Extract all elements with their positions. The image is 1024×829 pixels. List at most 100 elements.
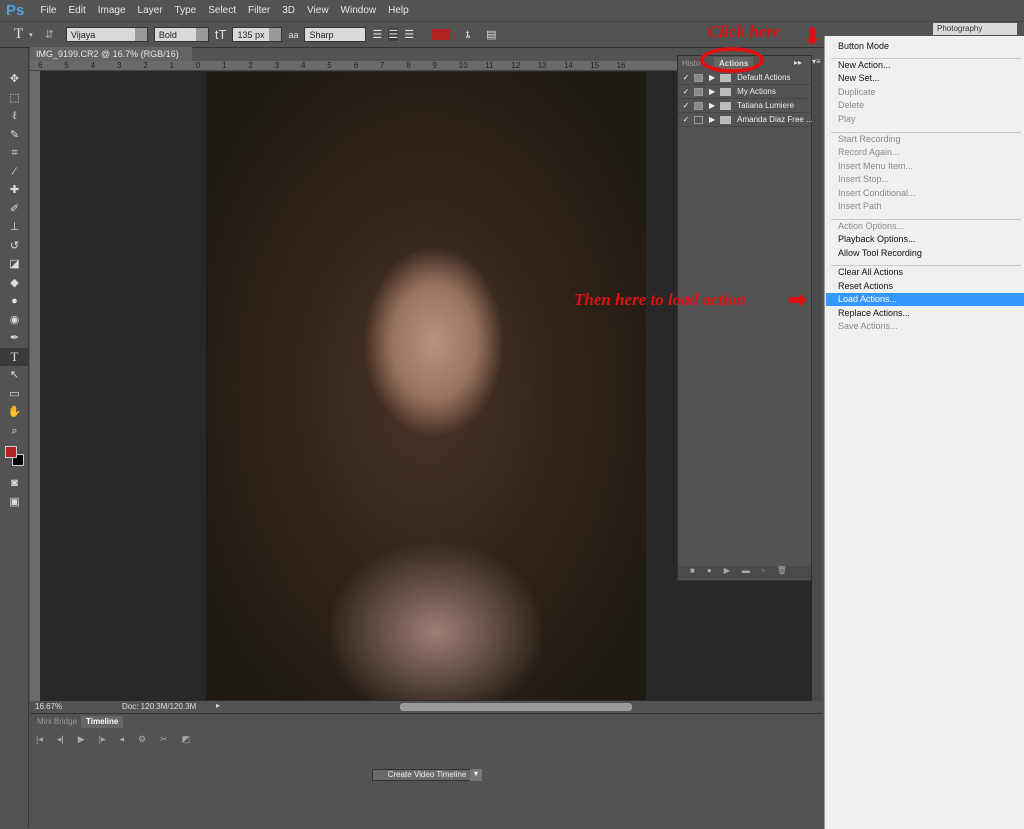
align-center-icon[interactable]: ☰ bbox=[388, 28, 399, 41]
menu-item-replace-actions[interactable]: Replace Actions... bbox=[826, 307, 1024, 320]
menu-view[interactable]: View bbox=[301, 5, 335, 16]
menu-layer[interactable]: Layer bbox=[132, 5, 169, 16]
horizontal-scrollbar[interactable] bbox=[400, 703, 632, 711]
settings-icon[interactable]: ⚙ bbox=[138, 734, 146, 745]
workspace-select[interactable]: Photography bbox=[933, 23, 1017, 35]
expand-icon[interactable]: ▶ bbox=[709, 115, 715, 124]
foreground-color[interactable] bbox=[5, 446, 17, 458]
expand-icon[interactable]: ▶ bbox=[709, 73, 715, 82]
type-tool-icon[interactable]: T bbox=[0, 347, 29, 366]
orientation-icon[interactable]: ⇵ bbox=[39, 28, 60, 41]
crop-tool-icon[interactable]: ⌗ bbox=[0, 144, 29, 163]
check-icon[interactable]: ✓ bbox=[678, 73, 694, 82]
tab-timeline[interactable]: Timeline bbox=[81, 716, 124, 728]
transition-icon[interactable]: ◩ bbox=[182, 734, 191, 745]
font-style-select[interactable]: Bold bbox=[153, 27, 209, 42]
blur-tool-icon[interactable]: ● bbox=[0, 292, 29, 311]
character-panel-icon[interactable]: ▤ bbox=[486, 28, 496, 41]
check-icon[interactable]: ✓ bbox=[678, 115, 694, 124]
tab-history[interactable]: Histo bbox=[682, 59, 700, 68]
pen-tool-icon[interactable]: ✒ bbox=[0, 329, 29, 348]
action-set-row[interactable]: ✓ ▶ Tatiana Lumiere bbox=[678, 99, 813, 113]
new-set-icon[interactable]: ▬ bbox=[742, 566, 750, 579]
stop-icon[interactable]: ■ bbox=[690, 566, 695, 579]
menu-item-action-options[interactable]: Action Options... bbox=[826, 220, 1024, 233]
eraser-tool-icon[interactable]: ◪ bbox=[0, 255, 29, 274]
menu-item-save-actions[interactable]: Save Actions... bbox=[826, 320, 1024, 333]
chevron-down-icon[interactable]: ▾ bbox=[470, 769, 482, 781]
menu-image[interactable]: Image bbox=[92, 5, 132, 16]
expand-icon[interactable]: ▶ bbox=[709, 87, 715, 96]
eyedropper-tool-icon[interactable]: ⁄ bbox=[0, 163, 29, 182]
dialog-toggle-icon[interactable] bbox=[694, 101, 703, 110]
record-icon[interactable]: ● bbox=[707, 566, 712, 579]
quick-mask-icon[interactable]: ◙ bbox=[0, 474, 29, 493]
path-select-icon[interactable]: ↖ bbox=[0, 366, 29, 385]
menu-item-button-mode[interactable]: Button Mode bbox=[826, 40, 1024, 53]
menu-item-insert-menu-item[interactable]: Insert Menu Item... bbox=[826, 160, 1024, 173]
warp-text-icon[interactable]: ȶ bbox=[466, 29, 470, 41]
menu-item-reset-actions[interactable]: Reset Actions bbox=[826, 280, 1024, 293]
shape-tool-icon[interactable]: ▭ bbox=[0, 385, 29, 404]
move-tool-icon[interactable]: ✥ bbox=[0, 70, 29, 89]
text-color-swatch[interactable] bbox=[432, 29, 451, 40]
menu-item-load-actions[interactable]: Load Actions... bbox=[826, 293, 1024, 306]
new-action-icon[interactable]: ▫ bbox=[762, 566, 765, 579]
prev-frame-icon[interactable]: ◂| bbox=[57, 734, 64, 745]
action-set-row[interactable]: ✓ ▶ My Actions bbox=[678, 85, 813, 99]
action-set-row[interactable]: ✓ ▶ Amanda Diaz Free ... bbox=[678, 113, 813, 127]
menu-item-insert-path[interactable]: Insert Path bbox=[826, 200, 1024, 213]
menu-file[interactable]: File bbox=[34, 5, 62, 16]
healing-tool-icon[interactable]: ✚ bbox=[0, 181, 29, 200]
type-tool-icon[interactable]: T bbox=[14, 26, 23, 43]
lasso-tool-icon[interactable]: ℓ bbox=[0, 107, 29, 126]
hand-tool-icon[interactable]: ✋ bbox=[0, 403, 29, 422]
antialias-select[interactable]: Sharp bbox=[304, 27, 367, 42]
history-brush-icon[interactable]: ↺ bbox=[0, 237, 29, 256]
menu-window[interactable]: Window bbox=[335, 5, 383, 16]
menu-type[interactable]: Type bbox=[169, 5, 203, 16]
menu-help[interactable]: Help bbox=[382, 5, 415, 16]
audio-icon[interactable]: ◂ bbox=[120, 734, 125, 745]
vertical-scrollbar[interactable] bbox=[812, 61, 822, 701]
menu-item-allow-tool-recording[interactable]: Allow Tool Recording bbox=[826, 247, 1024, 260]
align-left-icon[interactable]: ☰ bbox=[372, 28, 382, 41]
tab-mini-bridge[interactable]: Mini Bridge bbox=[32, 716, 82, 728]
dialog-toggle-icon[interactable] bbox=[694, 87, 703, 96]
chevron-down-icon[interactable]: ▾ bbox=[29, 31, 33, 39]
menu-item-play[interactable]: Play bbox=[826, 113, 1024, 126]
menu-item-start-recording[interactable]: Start Recording bbox=[826, 133, 1024, 146]
menu-item-new-action[interactable]: New Action... bbox=[826, 59, 1024, 72]
create-video-timeline-button[interactable]: Create Video Timeline bbox=[372, 769, 482, 781]
menu-edit[interactable]: Edit bbox=[62, 5, 91, 16]
align-right-icon[interactable]: ☰ bbox=[404, 28, 414, 41]
brush-tool-icon[interactable]: ✐ bbox=[0, 200, 29, 219]
menu-item-insert-conditional[interactable]: Insert Conditional... bbox=[826, 187, 1024, 200]
menu-select[interactable]: Select bbox=[202, 5, 242, 16]
status-menu-icon[interactable]: ▸ bbox=[216, 701, 220, 710]
document-image[interactable] bbox=[206, 72, 646, 700]
zoom-level[interactable]: 16.67% bbox=[35, 702, 62, 711]
next-frame-icon[interactable]: |▸ bbox=[99, 734, 106, 745]
expand-icon[interactable]: ▶ bbox=[709, 101, 715, 110]
dialog-toggle-icon[interactable] bbox=[694, 115, 703, 124]
scissors-icon[interactable]: ✂ bbox=[160, 734, 168, 745]
stamp-tool-icon[interactable]: ⊥ bbox=[0, 218, 29, 237]
menu-item-new-set[interactable]: New Set... bbox=[826, 72, 1024, 85]
trash-icon[interactable]: 🗑 bbox=[777, 566, 787, 579]
play-icon[interactable]: ▶ bbox=[78, 734, 85, 745]
first-frame-icon[interactable]: |◂ bbox=[36, 734, 43, 745]
check-icon[interactable]: ✓ bbox=[678, 87, 694, 96]
marquee-tool-icon[interactable]: ⬚ bbox=[0, 89, 29, 108]
paint-bucket-icon[interactable]: ◆ bbox=[0, 274, 29, 293]
quick-select-tool-icon[interactable]: ✎ bbox=[0, 126, 29, 145]
screen-mode-icon[interactable]: ▣ bbox=[0, 493, 29, 512]
check-icon[interactable]: ✓ bbox=[678, 101, 694, 110]
menu-item-duplicate[interactable]: Duplicate bbox=[826, 86, 1024, 99]
document-tab[interactable]: IMG_9199.CR2 @ 16.7% (RGB/16) × bbox=[30, 47, 192, 69]
zoom-tool-icon[interactable]: ⌕ bbox=[0, 422, 29, 441]
dialog-toggle-icon[interactable] bbox=[694, 73, 703, 82]
action-set-row[interactable]: ✓ ▶ Default Actions bbox=[678, 71, 813, 85]
menu-item-clear-all-actions[interactable]: Clear All Actions bbox=[826, 266, 1024, 279]
menu-filter[interactable]: Filter bbox=[242, 5, 276, 16]
